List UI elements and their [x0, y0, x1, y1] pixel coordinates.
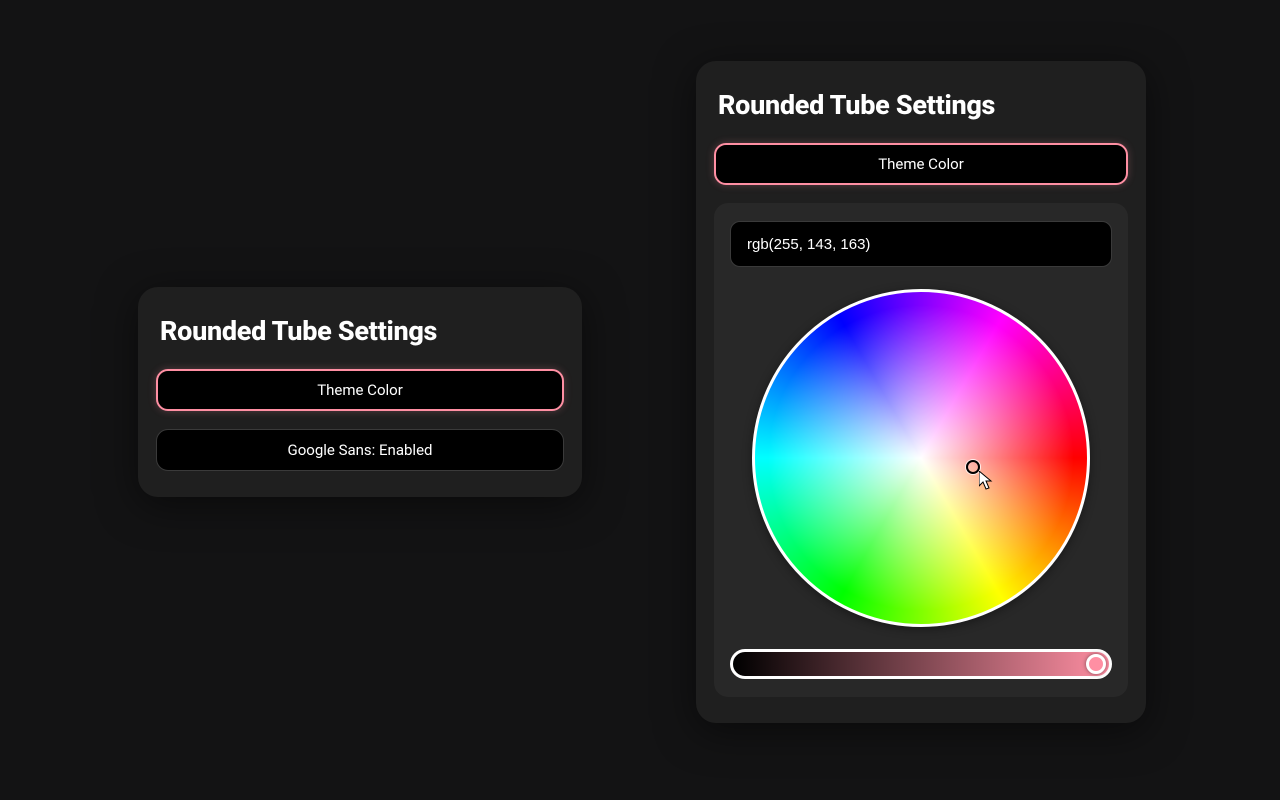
theme-color-button[interactable]: Theme Color	[714, 143, 1128, 185]
lightness-slider[interactable]	[730, 649, 1112, 679]
color-wheel-indicator[interactable]	[966, 460, 980, 474]
lightness-slider-thumb[interactable]	[1086, 654, 1106, 674]
panel-title: Rounded Tube Settings	[714, 89, 1128, 121]
color-wheel[interactable]	[752, 289, 1090, 627]
google-sans-toggle-button[interactable]: Google Sans: Enabled	[156, 429, 564, 471]
settings-panel-compact: Rounded Tube Settings Theme Color Google…	[138, 287, 582, 497]
theme-color-button[interactable]: Theme Color	[156, 369, 564, 411]
color-wheel-disc[interactable]	[752, 289, 1090, 627]
panel-title: Rounded Tube Settings	[156, 315, 564, 347]
color-value-input[interactable]	[730, 221, 1112, 267]
settings-panel-expanded: Rounded Tube Settings Theme Color	[696, 61, 1146, 723]
color-picker-container	[714, 203, 1128, 697]
